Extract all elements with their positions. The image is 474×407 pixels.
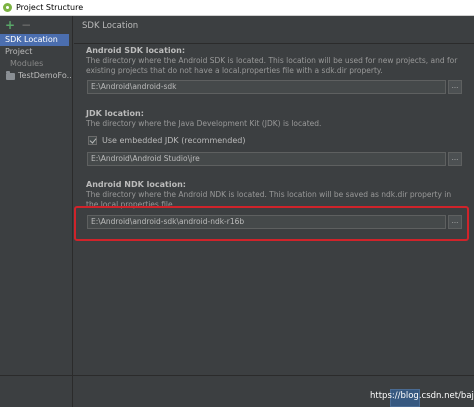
sidebar: + − SDK Location Project Modules TestDem… [0, 16, 73, 407]
folder-icon [6, 70, 15, 80]
divider [74, 43, 474, 44]
footer-divider [0, 375, 474, 376]
main-panel: SDK Location Android SDK location: The d… [0, 16, 474, 407]
jdk-title: JDK location: [86, 109, 144, 118]
android-studio-icon [3, 3, 12, 12]
android-sdk-description: The directory where the Android SDK is l… [86, 56, 458, 75]
sidebar-item-module-label: TestDemoFo... [18, 71, 72, 80]
sidebar-toolbar: + − [0, 16, 72, 34]
android-sdk-path-field[interactable]: E:\Android\android-sdk [87, 80, 446, 94]
panel-title: SDK Location [82, 21, 139, 31]
sidebar-item-sdk-location[interactable]: SDK Location [0, 34, 69, 46]
watermark: https://blog.csdn.net/bajeyo [370, 391, 474, 401]
window-title: Project Structure [16, 3, 84, 12]
sidebar-item-project[interactable]: Project [0, 46, 72, 58]
jdk-description: The directory where the Java Development… [86, 119, 322, 128]
embedded-jdk-label: Use embedded JDK (recommended) [102, 136, 246, 145]
sidebar-heading-modules: Modules [10, 59, 44, 68]
android-sdk-browse-button[interactable]: ... [448, 80, 462, 94]
android-ndk-title: Android NDK location: [86, 180, 186, 189]
android-ndk-path-field[interactable]: E:\Android\android-sdk\android-ndk-r16b [87, 215, 446, 229]
jdk-browse-button[interactable]: ... [448, 152, 462, 166]
add-icon[interactable]: + [5, 19, 15, 31]
title-bar: Project Structure [0, 0, 474, 16]
android-sdk-title: Android SDK location: [86, 46, 186, 55]
embedded-jdk-option[interactable]: Use embedded JDK (recommended) [88, 136, 245, 145]
sidebar-item-module[interactable]: TestDemoFo... [0, 70, 72, 82]
remove-icon[interactable]: − [21, 19, 31, 31]
android-ndk-browse-button[interactable]: ... [448, 215, 462, 229]
jdk-path-field[interactable]: E:\Android\Android Studio\jre [87, 152, 446, 166]
embedded-jdk-checkbox[interactable] [88, 136, 97, 145]
